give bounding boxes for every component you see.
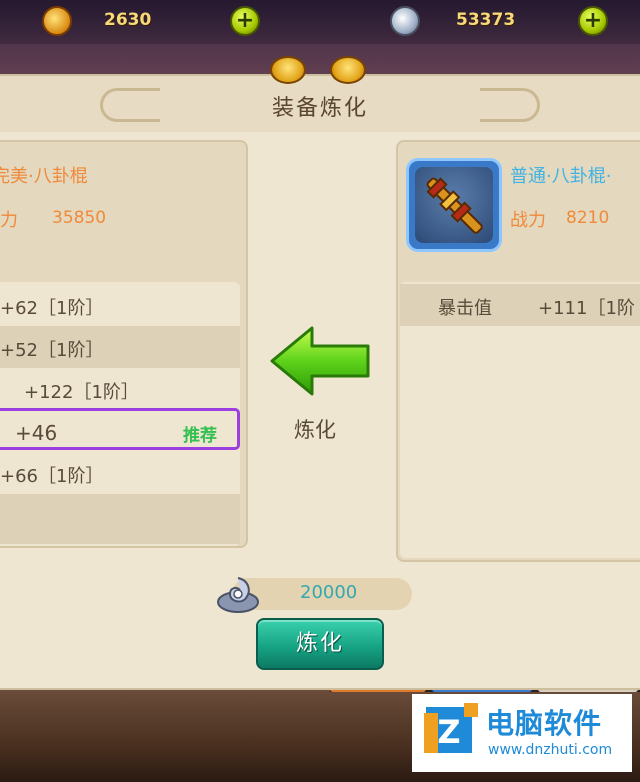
selected-stat-row[interactable]: +46 推荐 — [0, 408, 240, 450]
watermark-logo-icon: Z — [424, 703, 478, 753]
add-silver-button[interactable]: + — [578, 6, 608, 36]
recommended-tag: 推荐 — [183, 426, 217, 446]
gold-amount: 2630 — [104, 10, 152, 30]
watermark-title: 电脑软件 — [486, 707, 603, 740]
panel-title: 装备炼化 — [271, 96, 368, 121]
target-stat-row: 暴击值 +111［1阶 — [400, 284, 640, 326]
currency-bar: 2630 + 53373 + — [0, 0, 640, 44]
equipment-slot-frame — [415, 167, 493, 243]
green-left-arrow-icon[interactable] — [268, 326, 372, 396]
watermark-url: www.dnzhuti.com — [488, 742, 613, 758]
stat-row[interactable]: +62［1阶］ — [0, 284, 240, 326]
gold-ornament-icon — [270, 56, 306, 84]
refine-arrow-label: 炼化 — [294, 418, 336, 442]
stat-row[interactable]: +66［1阶］ — [0, 452, 240, 494]
gold-ornament-icon — [330, 56, 366, 84]
target-power-label: 战力 — [510, 210, 546, 231]
svg-text:Z: Z — [437, 713, 460, 751]
silver-amount: 53373 — [456, 10, 516, 30]
stat-value: +122［1阶］ — [24, 382, 139, 403]
stat-value: +66［1阶］ — [0, 466, 104, 487]
stat-row[interactable]: +122［1阶］ — [0, 368, 240, 410]
stat-row[interactable]: +52［1阶］ — [0, 326, 240, 368]
source-equipment-name: 完美·八卦棍 — [0, 166, 88, 187]
scroll-ornament-left — [100, 88, 160, 122]
stat-row-empty — [0, 494, 240, 544]
stat-value: +111［1阶 — [538, 298, 635, 319]
silver-coin-icon — [390, 6, 420, 36]
stat-value: +52［1阶］ — [0, 340, 104, 361]
cost-value: 20000 — [300, 582, 358, 603]
target-power-value: 8210 — [566, 208, 610, 228]
scroll-ornament-right — [480, 88, 540, 122]
gold-ingot-icon — [42, 6, 72, 36]
source-power-value: 35850 — [52, 208, 107, 228]
stat-value: +62［1阶］ — [0, 298, 104, 319]
source-power-label: 战力 — [0, 210, 18, 231]
target-equipment-name: 普通·八卦棍· — [510, 166, 612, 187]
stat-value: +46 — [15, 421, 58, 445]
silver-coin-icon — [217, 577, 259, 613]
refine-button[interactable]: 炼化 — [256, 618, 384, 670]
staff-weapon-icon — [426, 177, 483, 234]
add-gold-button[interactable]: + — [230, 6, 260, 36]
stat-name: 暴击值 — [438, 298, 492, 319]
equipment-slot[interactable] — [406, 158, 502, 252]
